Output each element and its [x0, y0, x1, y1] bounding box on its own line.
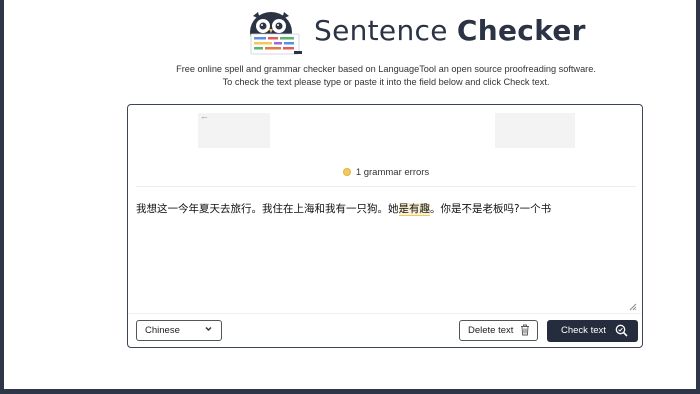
window-frame-right	[696, 0, 700, 394]
brand-title-bold: Checker	[456, 14, 586, 47]
divider	[136, 186, 636, 187]
grammar-error-highlight[interactable]: 是有趣	[398, 203, 430, 216]
magnifier-icon	[615, 324, 628, 337]
language-select-value: Chinese	[145, 325, 180, 336]
chevron-down-icon	[204, 324, 213, 335]
ad-banner-middle	[270, 113, 495, 148]
text-segment: 。你是不是老板吗?一个书	[430, 203, 552, 215]
warning-dot-icon	[342, 168, 351, 176]
window-frame-bottom	[0, 389, 700, 394]
divider	[128, 313, 641, 314]
intro-line-1: Free online spell and grammar checker ba…	[176, 64, 596, 74]
delete-text-label: Delete text	[468, 325, 514, 336]
brand-title: Sentence Checker	[314, 14, 586, 47]
delete-text-button[interactable]: Delete text	[459, 320, 538, 341]
text-input-area[interactable]: 我想这一今年夏天去旅行。我住在上海和我有一只狗。她是有趣。你是不是老板吗?一个书	[136, 201, 551, 216]
ad-banner-right	[495, 113, 575, 148]
language-select[interactable]: Chinese	[136, 320, 222, 341]
brand-title-light: Sentence	[314, 14, 457, 47]
grammar-errors-label: 1 grammar errors	[355, 167, 430, 178]
text-segment: 我想这一今年夏天去旅行。我住在上海和我有一只狗。她	[136, 203, 399, 215]
check-text-label: Check text	[561, 325, 606, 336]
back-arrow-icon[interactable]: ←	[200, 111, 209, 121]
grammar-errors-count: 1 grammar errors	[128, 167, 644, 178]
intro-line-2: To check the text please type or paste i…	[222, 77, 550, 87]
resize-handle-icon[interactable]	[629, 303, 637, 313]
checker-card: ← 1 grammar errors 我想这一今年夏天去旅行。我住在上海和我有一…	[127, 104, 643, 348]
window-frame-left	[0, 0, 4, 394]
owl-logo-icon	[244, 10, 306, 56]
check-text-button[interactable]: Check text	[547, 320, 638, 342]
trash-icon	[520, 324, 530, 336]
